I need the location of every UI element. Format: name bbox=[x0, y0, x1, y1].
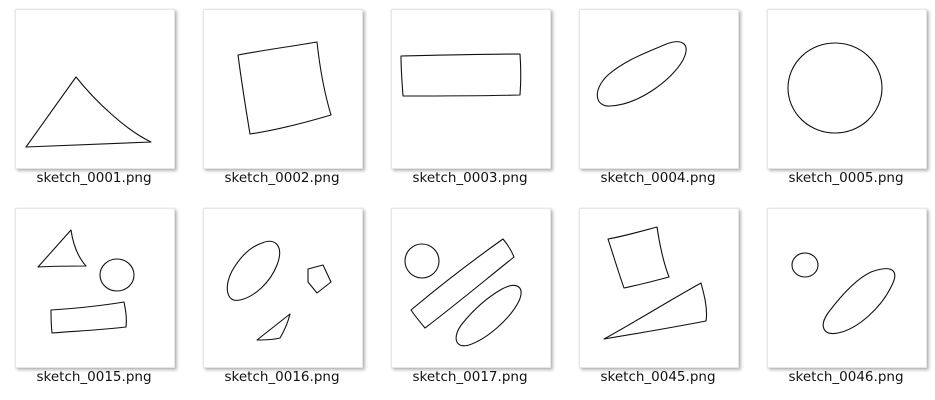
thumbnail-preview[interactable] bbox=[203, 9, 363, 169]
file-name[interactable]: sketch_0004.png bbox=[564, 170, 752, 186]
ellipse-sketch-icon bbox=[596, 41, 687, 107]
mixed-shapes-sketch-icon bbox=[603, 226, 708, 340]
file-item[interactable]: sketch_0015.png bbox=[0, 199, 188, 395]
file-name[interactable]: sketch_0017.png bbox=[376, 369, 564, 385]
file-item[interactable]: sketch_0045.png bbox=[564, 199, 752, 395]
file-item[interactable]: sketch_0003.png bbox=[376, 0, 564, 196]
file-name[interactable]: sketch_0001.png bbox=[0, 170, 188, 186]
rectangle-sketch-icon bbox=[400, 53, 522, 97]
file-name[interactable]: sketch_0003.png bbox=[376, 170, 564, 186]
circle-sketch-icon bbox=[787, 42, 883, 134]
mixed-shapes-sketch-icon bbox=[791, 252, 896, 335]
mixed-shapes-sketch-icon bbox=[404, 238, 522, 347]
file-name[interactable]: sketch_0015.png bbox=[0, 369, 188, 385]
file-name[interactable]: sketch_0005.png bbox=[752, 170, 935, 186]
thumbnail-preview[interactable] bbox=[391, 9, 551, 169]
thumbnail-preview[interactable] bbox=[767, 9, 927, 169]
file-item[interactable]: sketch_0046.png bbox=[752, 199, 935, 395]
file-name[interactable]: sketch_0045.png bbox=[564, 369, 752, 385]
file-name[interactable]: sketch_0002.png bbox=[188, 170, 376, 186]
file-item[interactable]: sketch_0017.png bbox=[376, 199, 564, 395]
file-thumbnail-grid: sketch_0001.png sketch_0002.png sketch_0… bbox=[0, 0, 935, 400]
file-item[interactable]: sketch_0016.png bbox=[188, 199, 376, 395]
mixed-shapes-sketch-icon bbox=[226, 240, 332, 341]
thumbnail-preview[interactable] bbox=[579, 9, 739, 169]
thumbnail-preview[interactable] bbox=[391, 208, 551, 368]
thumbnail-preview[interactable] bbox=[767, 208, 927, 368]
thumbnail-preview[interactable] bbox=[579, 208, 739, 368]
thumbnail-preview[interactable] bbox=[15, 9, 175, 169]
file-item[interactable]: sketch_0004.png bbox=[564, 0, 752, 196]
thumbnail-preview[interactable] bbox=[15, 208, 175, 368]
mixed-shapes-sketch-icon bbox=[37, 229, 135, 334]
file-item[interactable]: sketch_0001.png bbox=[0, 0, 188, 196]
file-item[interactable]: sketch_0002.png bbox=[188, 0, 376, 196]
square-sketch-icon bbox=[237, 41, 332, 135]
thumbnail-preview[interactable] bbox=[203, 208, 363, 368]
file-name[interactable]: sketch_0016.png bbox=[188, 369, 376, 385]
file-name[interactable]: sketch_0046.png bbox=[752, 369, 935, 385]
file-item[interactable]: sketch_0005.png bbox=[752, 0, 935, 196]
triangle-sketch-icon bbox=[25, 76, 152, 148]
